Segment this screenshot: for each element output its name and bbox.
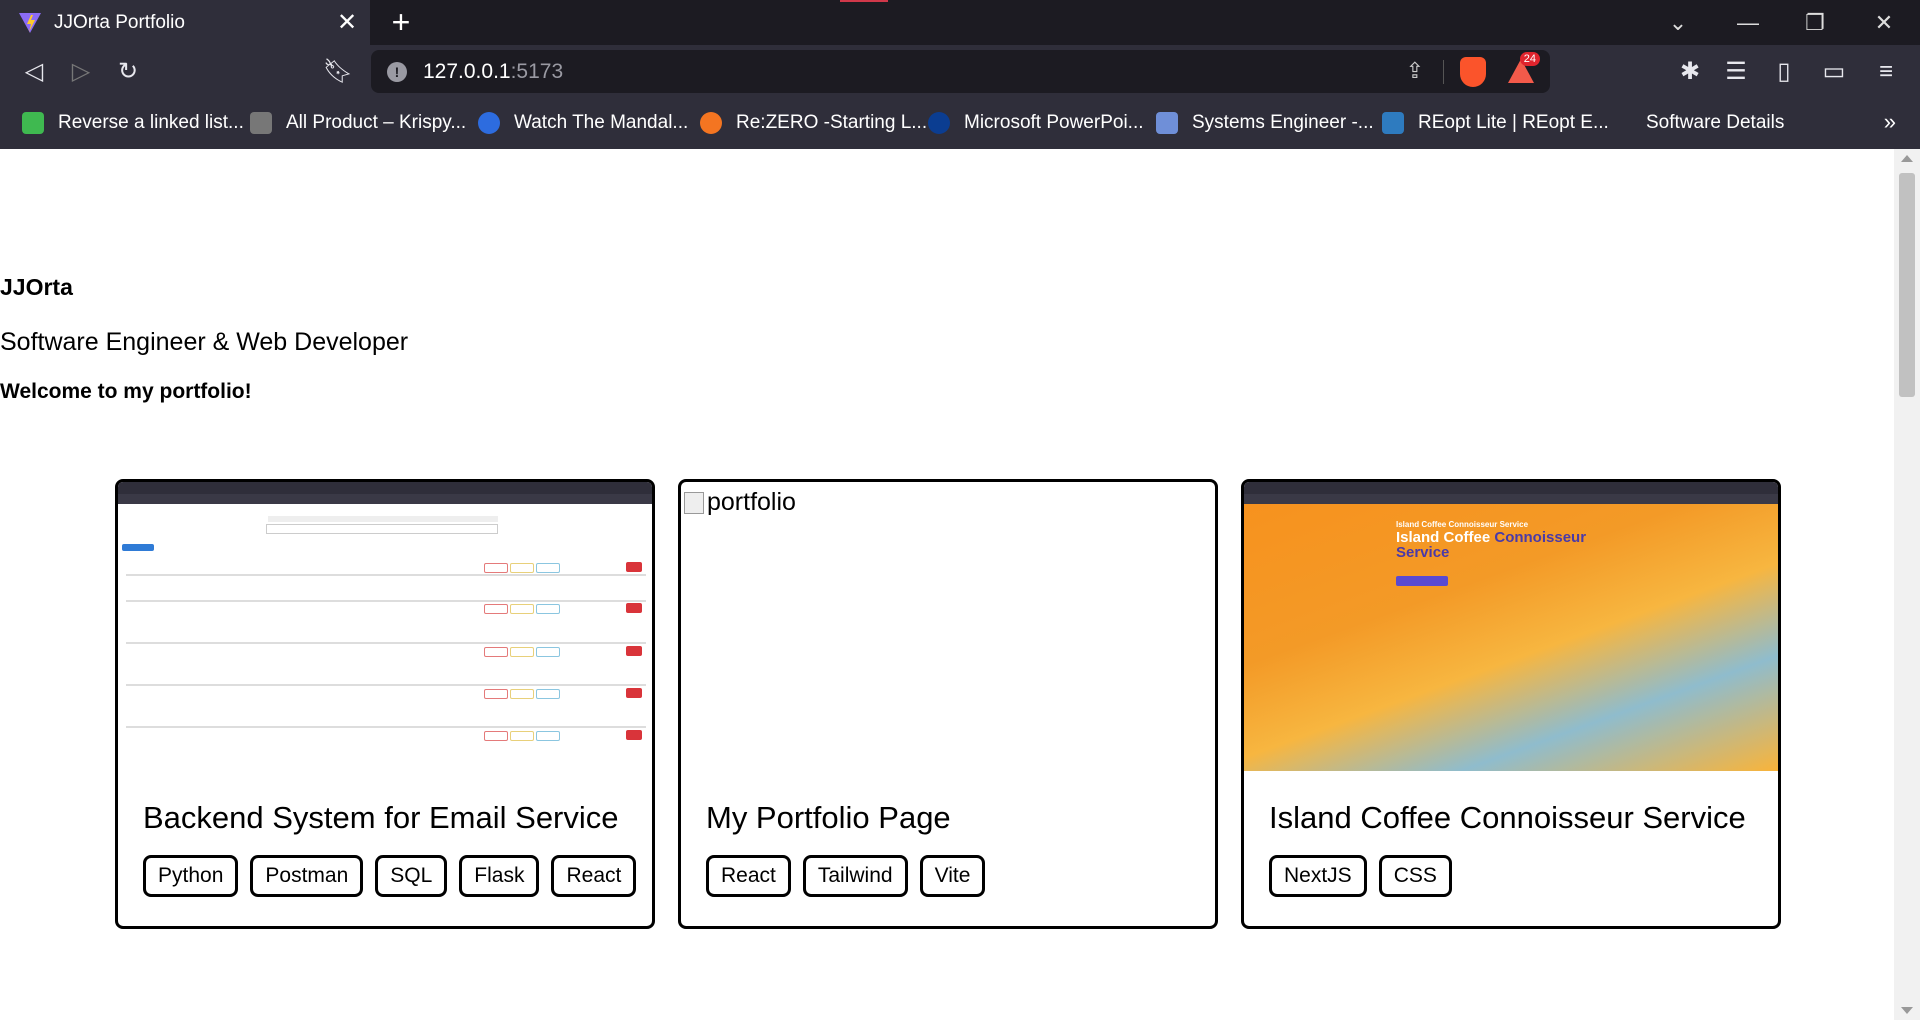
project-card[interactable]: Island Coffee Connoisseur Service Island… — [1241, 479, 1781, 929]
project-card[interactable]: Backend System for Email Service Python … — [115, 479, 655, 929]
nasa-icon — [928, 112, 950, 134]
close-tab-icon[interactable]: ✕ — [332, 8, 362, 37]
krispy-icon — [250, 112, 272, 134]
tech-tags: NextJS CSS — [1269, 855, 1452, 897]
project-screenshot: Island Coffee Connoisseur Service Island… — [1244, 482, 1778, 771]
scroll-down-arrow[interactable] — [1901, 1007, 1913, 1014]
systems-icon — [1156, 112, 1178, 134]
tech-tag: React — [706, 855, 791, 897]
tech-tag: CSS — [1378, 855, 1452, 897]
tech-tag: Vite — [919, 855, 986, 897]
tech-tags: Python Postman SQL Flask React — [143, 855, 637, 897]
brave-shield-icon[interactable] — [1460, 57, 1486, 87]
site-name: JJOrta — [0, 274, 73, 300]
bookmark-item[interactable]: REopt Lite | REopt E... — [1382, 109, 1609, 137]
welcome-message: Welcome to my portfolio! — [0, 380, 252, 403]
vite-icon — [19, 12, 41, 33]
divider — [1443, 60, 1444, 84]
page-content: JJOrta Software Engineer & Web Developer… — [0, 149, 1894, 1020]
project-title: Backend System for Email Service — [143, 800, 619, 835]
menu-icon[interactable]: ≡ — [1870, 57, 1902, 87]
bookmark-item[interactable]: Watch The Mandal... — [478, 109, 688, 137]
tech-tag: Flask — [459, 855, 540, 897]
project-screenshot — [118, 482, 652, 771]
minimize-button[interactable]: — — [1726, 8, 1770, 38]
bookmark-item[interactable]: Systems Engineer -... — [1156, 109, 1374, 137]
bookmark-item[interactable]: All Product – Krispy... — [250, 109, 466, 137]
tech-tag: React — [551, 855, 637, 897]
tech-tag: NextJS — [1269, 855, 1367, 897]
restore-button[interactable]: ❐ — [1793, 8, 1837, 38]
close-window-button[interactable]: ✕ — [1862, 8, 1906, 38]
linked-list-icon — [22, 112, 44, 134]
sidebar-icon[interactable]: ▯ — [1768, 57, 1800, 87]
url-text[interactable]: 127.0.0.1:5173 — [423, 60, 563, 84]
active-tab[interactable]: JJOrta Portfolio ✕ — [0, 0, 370, 45]
project-title: My Portfolio Page — [706, 800, 951, 835]
more-bookmarks-icon[interactable]: » — [1884, 109, 1896, 135]
play-icon — [478, 112, 500, 134]
tech-tags: React Tailwind Vite — [706, 855, 986, 897]
bookmark-item[interactable]: Microsoft PowerPoi... — [928, 109, 1144, 137]
tab-search-icon[interactable]: ⌄ — [1656, 8, 1700, 38]
project-title: Island Coffee Connoisseur Service — [1269, 800, 1746, 835]
tech-tag: Postman — [250, 855, 364, 897]
address-bar[interactable]: ! 127.0.0.1:5173 ⇪ 24 — [371, 50, 1550, 93]
project-screenshot: portfolio — [681, 482, 1215, 771]
tech-tag: Tailwind — [802, 855, 908, 897]
navigation-toolbar: ◁ ▷ ↻ 🔖︎ ! 127.0.0.1:5173 ⇪ 24 ✱ ☰ ▯ ▭ ≡ — [0, 45, 1920, 99]
rewards-badge: 24 — [1519, 52, 1540, 66]
tech-tag: Python — [143, 855, 239, 897]
share-icon[interactable]: ⇪ — [1406, 58, 1424, 84]
back-button[interactable]: ◁ — [18, 57, 50, 87]
bookmark-item[interactable]: Re:ZERO -Starting L... — [700, 109, 927, 137]
playlist-icon[interactable]: ☰ — [1720, 57, 1752, 87]
forward-button[interactable]: ▷ — [65, 57, 97, 87]
bookmark-item[interactable]: Reverse a linked list... — [22, 109, 244, 137]
bookmark-icon[interactable]: 🔖︎ — [322, 57, 354, 87]
bookmark-item[interactable]: Software Details — [1646, 109, 1784, 137]
scroll-up-arrow[interactable] — [1901, 155, 1913, 162]
reopt-icon — [1382, 112, 1404, 134]
broken-image-icon: portfolio — [684, 488, 796, 517]
tab-strip-accent — [840, 0, 888, 2]
tech-tag: SQL — [375, 855, 448, 897]
site-info-icon[interactable]: ! — [387, 62, 407, 82]
bookmarks-bar: Reverse a linked list... All Product – K… — [0, 99, 1920, 149]
tab-title: JJOrta Portfolio — [54, 11, 185, 33]
crunchyroll-icon — [700, 112, 722, 134]
extensions-icon[interactable]: ✱ — [1674, 57, 1706, 87]
wallet-icon[interactable]: ▭ — [1818, 57, 1850, 87]
scroll-thumb[interactable] — [1899, 173, 1915, 397]
reload-button[interactable]: ↻ — [112, 57, 144, 87]
site-role: Software Engineer & Web Developer — [0, 328, 409, 356]
page-scrollbar[interactable] — [1894, 149, 1920, 1020]
new-tab-button[interactable]: + — [384, 6, 418, 40]
tab-bar: JJOrta Portfolio ✕ + ⌄ — ❐ ✕ — [0, 0, 1920, 45]
project-card[interactable]: portfolio My Portfolio Page React Tailwi… — [678, 479, 1218, 929]
